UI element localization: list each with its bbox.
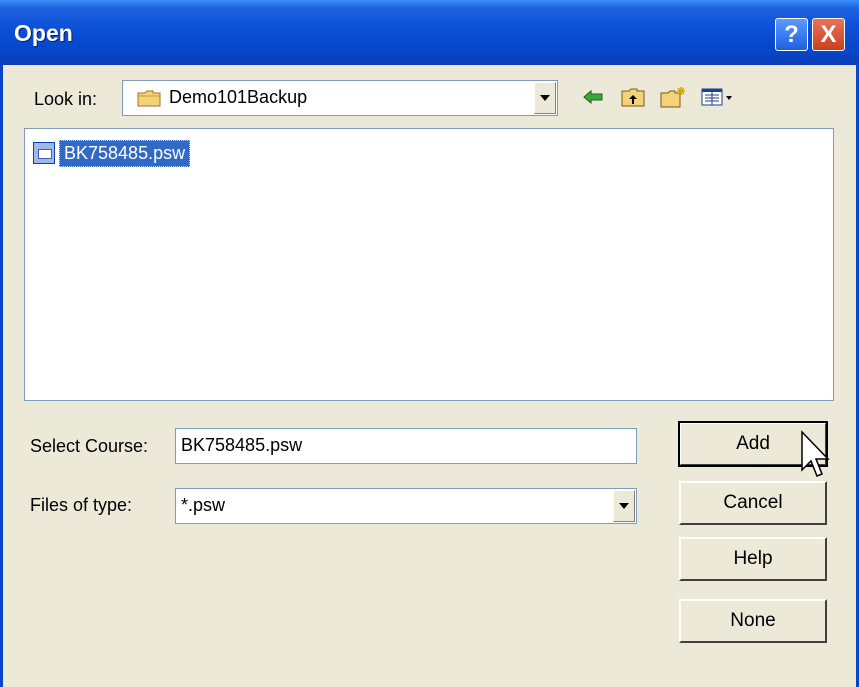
look-in-label: Look in: [34,89,98,109]
help-button[interactable]: Help [679,537,827,581]
title-bar: Open ? X [0,0,859,65]
help-icon: ? [784,20,799,48]
help-title-button[interactable]: ? [775,18,808,51]
select-course-value: BK758485.psw [181,435,303,455]
view-menu-icon[interactable] [700,84,736,110]
file-icon [33,142,55,164]
file-list-item[interactable]: BK758485.psw [33,139,191,167]
files-of-type-value: *.psw [181,495,226,515]
select-course-label: Select Course: [30,436,149,456]
look-in-value: Demo101Backup [169,87,308,107]
files-of-type-dropdown[interactable]: *.psw [175,488,637,524]
look-in-dropdown[interactable]: Demo101Backup [122,80,558,116]
files-of-type-dropdown-button[interactable] [613,490,635,522]
select-course-input[interactable]: BK758485.psw [175,428,637,464]
close-button[interactable]: X [812,18,845,51]
close-icon: X [820,20,837,48]
new-folder-icon[interactable] [660,84,686,110]
chevron-down-icon [619,503,629,509]
file-name: BK758485.psw [59,139,191,167]
back-arrow-icon[interactable] [580,84,606,110]
none-button[interactable]: None [679,599,827,643]
files-of-type-label: Files of type: [30,495,133,515]
cancel-button[interactable]: Cancel [679,481,827,525]
look-in-dropdown-button[interactable] [534,82,556,114]
folder-icon [137,90,161,107]
mouse-cursor-icon [801,430,830,477]
file-list[interactable]: BK758485.psw [24,128,834,401]
chevron-down-icon [540,95,550,101]
window-title: Open [14,20,73,46]
up-folder-icon[interactable] [620,84,646,110]
